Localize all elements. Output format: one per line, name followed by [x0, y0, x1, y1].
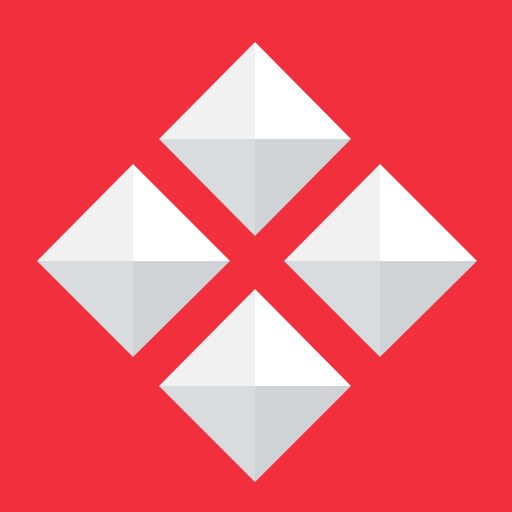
- app-icon-canvas: [0, 0, 512, 512]
- four-diamond-pyramids-logo-icon: [0, 0, 512, 512]
